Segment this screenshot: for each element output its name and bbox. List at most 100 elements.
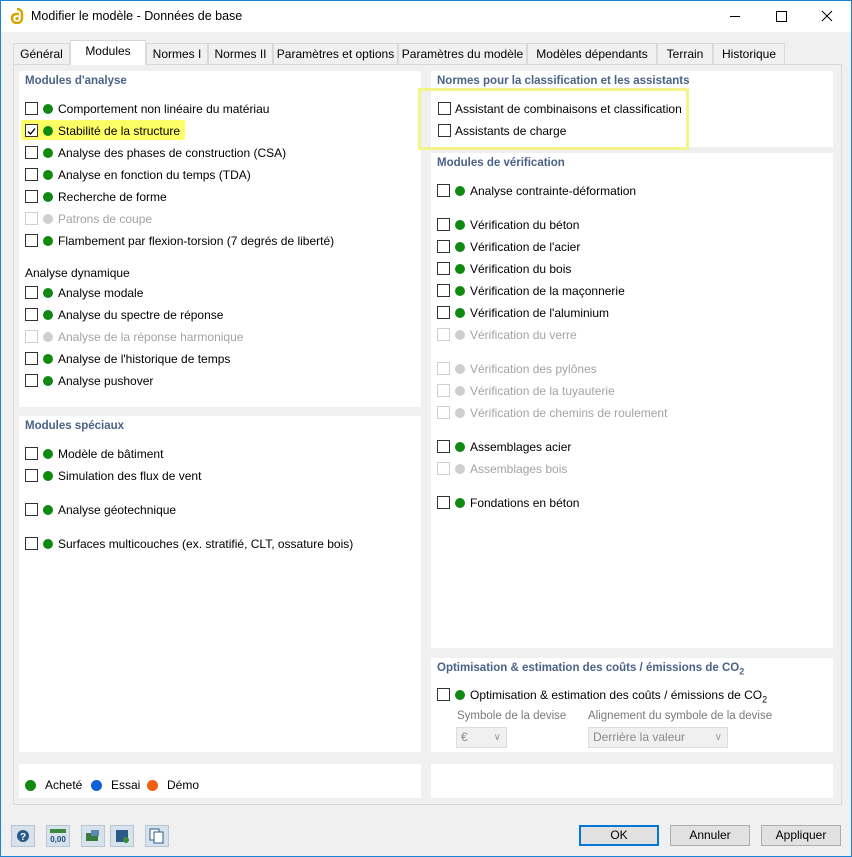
legend-panel: Acheté Essai Démo: [19, 764, 421, 798]
app-icon: [10, 8, 24, 24]
tab-modules[interactable]: Modules: [70, 40, 146, 65]
units-button[interactable]: 0,00: [46, 825, 70, 847]
module-label: Vérification du verre: [470, 328, 577, 342]
model-button[interactable]: [81, 825, 105, 847]
module-label: Fondations en béton: [470, 496, 580, 510]
status-dot-icon: [43, 354, 53, 364]
status-dot-icon: [455, 386, 465, 396]
norms-title: Normes pour la classification et les ass…: [437, 75, 690, 87]
window-title: Modifier le modèle - Données de base: [31, 9, 243, 23]
legend-demo: Démo: [167, 778, 200, 792]
module-label: Vérification de la tuyauterie: [470, 384, 615, 398]
status-dot-icon: [455, 364, 465, 374]
checkbox-checked[interactable]: [25, 124, 38, 137]
module-label: Flambement par flexion-torsion (7 degrés…: [58, 234, 335, 248]
tab-parametres-modele[interactable]: Paramètres du modèle: [398, 43, 527, 64]
currency-alignment-select[interactable]: Derrière la valeur ∨: [588, 727, 728, 748]
status-dot-icon: [43, 126, 53, 136]
checkbox[interactable]: [25, 469, 38, 482]
module-label: Vérification de l'aluminium: [470, 306, 610, 320]
checkbox-disabled: [437, 462, 450, 475]
analysis-modules-panel: Modules d'analyse Comportement non linéa…: [19, 71, 421, 407]
checkbox-disabled: [25, 330, 38, 343]
cancel-button[interactable]: Annuler: [670, 825, 750, 846]
currency-symbol-label: Symbole de la devise: [457, 710, 567, 722]
module-label: Surfaces multicouches (ex. stratifié, CL…: [58, 537, 354, 551]
maximize-icon: [776, 11, 787, 22]
checkbox[interactable]: [25, 537, 38, 550]
module-label: Simulation des flux de vent: [58, 469, 202, 483]
currency-symbol-select[interactable]: € ∨: [456, 727, 507, 748]
module-label: Analyse en fonction du temps (TDA): [58, 168, 251, 182]
svg-text:?: ?: [20, 832, 26, 843]
checkbox[interactable]: [25, 352, 38, 365]
tab-modeles-dependants[interactable]: Modèles dépendants: [527, 43, 657, 64]
checkbox[interactable]: [25, 374, 38, 387]
module-label: Assemblages bois: [470, 462, 568, 476]
checkbox[interactable]: [437, 284, 450, 297]
module-label: Vérification de chemins de roulement: [470, 406, 668, 420]
units-icon: 0,00: [50, 829, 66, 844]
module-label: Modèle de bâtiment: [58, 447, 164, 461]
checkbox[interactable]: [437, 218, 450, 231]
status-dot-icon: [455, 308, 465, 318]
checkbox[interactable]: [437, 184, 450, 197]
module-label: Analyse de l'historique de temps: [58, 352, 231, 366]
special-modules-panel: Modules spéciaux Modèle de bâtiment Simu…: [19, 416, 421, 752]
legend-trial: Essai: [111, 778, 141, 792]
check-icon: [27, 128, 36, 135]
status-dot-icon: [455, 442, 465, 452]
chevron-down-icon: ∨: [493, 732, 501, 743]
tab-general[interactable]: Général: [13, 43, 70, 64]
close-button[interactable]: [804, 1, 850, 32]
apply-button[interactable]: Appliquer: [761, 825, 841, 846]
module-label: Stabilité de la structure: [58, 124, 181, 138]
ok-button[interactable]: OK: [579, 825, 659, 846]
optimization-title: Optimisation & estimation des coûts / ém…: [437, 662, 745, 677]
status-dot-icon: [43, 148, 53, 158]
checkbox[interactable]: [437, 306, 450, 319]
checkbox[interactable]: [25, 308, 38, 321]
tab-normes-1[interactable]: Normes I: [146, 43, 208, 64]
checkbox[interactable]: [25, 146, 38, 159]
checkbox[interactable]: [25, 286, 38, 299]
checkbox[interactable]: [25, 503, 38, 516]
tab-normes-2[interactable]: Normes II: [208, 43, 273, 64]
checkbox[interactable]: [437, 240, 450, 253]
settings-button[interactable]: [110, 825, 134, 847]
checkbox[interactable]: [437, 688, 450, 701]
module-label: Vérification du béton: [470, 218, 580, 232]
status-dot-icon: [43, 471, 53, 481]
status-dot-icon: [43, 104, 53, 114]
model-icon: [86, 830, 99, 841]
status-dot-icon: [455, 498, 465, 508]
maximize-button[interactable]: [758, 1, 804, 32]
units-icon-text: 0,00: [50, 835, 66, 844]
checkbox[interactable]: [25, 447, 38, 460]
help-button[interactable]: ?: [11, 825, 35, 847]
copy-button[interactable]: [145, 825, 169, 847]
checkbox-disabled: [437, 362, 450, 375]
tab-parametres-options[interactable]: Paramètres et options: [273, 43, 398, 64]
status-dot-icon: [43, 236, 53, 246]
checkbox[interactable]: [437, 496, 450, 509]
status-dot-icon: [43, 505, 53, 515]
checkbox[interactable]: [25, 168, 38, 181]
checkbox[interactable]: [437, 440, 450, 453]
status-dot-icon: [43, 288, 53, 298]
module-label: Vérification de la maçonnerie: [470, 284, 625, 298]
minimize-button[interactable]: [712, 1, 758, 32]
help-icon: ?: [17, 830, 29, 843]
status-dot-icon: [455, 264, 465, 274]
tab-historique[interactable]: Historique: [713, 43, 785, 64]
status-dot-icon: [43, 214, 53, 224]
optimization-panel: Optimisation & estimation des coûts / ém…: [431, 658, 833, 752]
analysis-modules-title: Modules d'analyse: [25, 75, 127, 87]
checkbox[interactable]: [25, 234, 38, 247]
checkbox[interactable]: [25, 190, 38, 203]
module-label: Vérification des pylônes: [470, 362, 597, 376]
tab-terrain[interactable]: Terrain: [657, 43, 713, 64]
checkbox[interactable]: [437, 262, 450, 275]
checkbox[interactable]: [25, 102, 38, 115]
special-modules-title: Modules spéciaux: [25, 420, 125, 432]
